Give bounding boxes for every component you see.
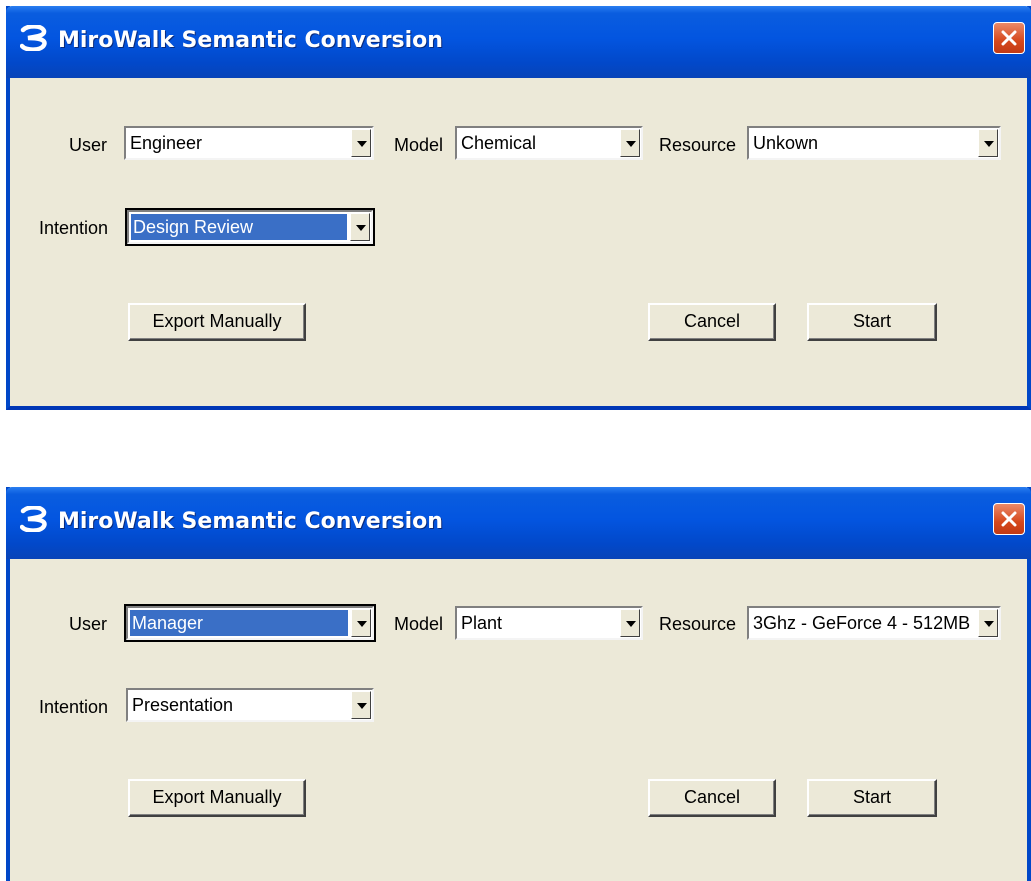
resource-select[interactable]: 3Ghz - GeForce 4 - 512MB <box>747 606 1001 640</box>
user-label: User <box>69 614 108 634</box>
user-value: Manager <box>130 610 348 636</box>
resource-value: 3Ghz - GeForce 4 - 512MB <box>753 613 971 633</box>
cancel-button[interactable]: Cancel <box>648 779 776 817</box>
intention-label: Intention <box>39 697 109 717</box>
window-title: MiroWalk Semantic Conversion <box>58 509 443 534</box>
chevron-down-icon[interactable] <box>620 129 640 157</box>
chevron-down-icon[interactable] <box>350 213 370 241</box>
intention-value: Presentation <box>132 695 234 715</box>
close-icon <box>1001 511 1017 527</box>
chevron-down-icon[interactable] <box>351 691 371 719</box>
dialog-window-1: MiroWalk Semantic Conversion User Engine… <box>6 6 1031 410</box>
chevron-down-icon[interactable] <box>978 129 998 157</box>
cancel-button[interactable]: Cancel <box>648 303 776 341</box>
model-label: Model <box>394 614 444 634</box>
dialog-window-2: MiroWalk Semantic Conversion User Manage… <box>6 487 1031 881</box>
start-button[interactable]: Start <box>807 303 937 341</box>
model-select[interactable]: Chemical <box>455 126 643 160</box>
export-manually-button[interactable]: Export Manually <box>128 779 306 817</box>
start-button[interactable]: Start <box>807 779 937 817</box>
model-value: Chemical <box>461 133 537 153</box>
close-button[interactable] <box>993 22 1025 54</box>
user-select[interactable]: Manager <box>124 604 376 642</box>
intention-value: Design Review <box>131 214 347 240</box>
title-bar[interactable]: MiroWalk Semantic Conversion <box>6 6 1031 78</box>
resource-label: Resource <box>659 614 737 634</box>
user-label: User <box>69 135 108 155</box>
intention-select[interactable]: Design Review <box>125 208 375 246</box>
resource-label: Resource <box>659 135 737 155</box>
mirowalk-logo-icon <box>19 24 50 56</box>
user-value: Engineer <box>130 133 203 153</box>
chevron-down-icon[interactable] <box>351 129 371 157</box>
close-icon <box>1001 30 1017 46</box>
close-button[interactable] <box>993 503 1025 535</box>
resource-value: Unkown <box>753 133 819 153</box>
intention-label: Intention <box>39 218 109 238</box>
model-label: Model <box>394 135 444 155</box>
model-select[interactable]: Plant <box>455 606 643 640</box>
chevron-down-icon[interactable] <box>351 609 371 637</box>
window-title: MiroWalk Semantic Conversion <box>58 28 443 53</box>
mirowalk-logo-icon <box>19 505 50 537</box>
intention-select[interactable]: Presentation <box>126 688 374 722</box>
resource-select[interactable]: Unkown <box>747 126 1001 160</box>
user-select[interactable]: Engineer <box>124 126 374 160</box>
export-manually-button[interactable]: Export Manually <box>128 303 306 341</box>
title-bar[interactable]: MiroWalk Semantic Conversion <box>6 487 1031 559</box>
chevron-down-icon[interactable] <box>978 609 998 637</box>
chevron-down-icon[interactable] <box>620 609 640 637</box>
model-value: Plant <box>461 613 503 633</box>
